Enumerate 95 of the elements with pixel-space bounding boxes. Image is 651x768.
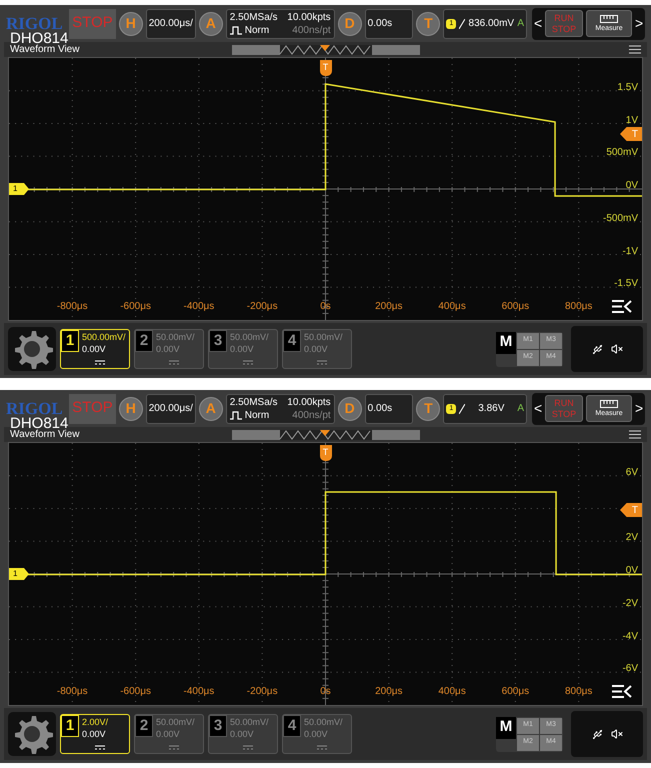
ruler-icon — [600, 400, 618, 408]
math-button[interactable]: M — [496, 716, 516, 738]
time-label: -800μs — [56, 686, 88, 698]
time-label: 400μs — [438, 686, 466, 698]
sample-interval: 400ns/pt — [292, 408, 331, 422]
voltage-label: 0V — [626, 565, 638, 577]
previous-button[interactable]: < — [534, 13, 542, 34]
dc-coupling-icon — [243, 360, 253, 365]
run-state: STOP — [69, 8, 116, 38]
ruler-icon — [600, 14, 618, 24]
time-label: 800μs — [564, 686, 592, 698]
gear-logo-icon[interactable] — [8, 712, 56, 756]
time-label: 600μs — [502, 301, 530, 313]
view-title: Waveform View — [9, 44, 80, 54]
delay-value[interactable]: 0.00s — [364, 394, 414, 424]
time-label: 0s — [320, 686, 331, 698]
next-button[interactable]: > — [635, 13, 644, 34]
time-label: -400μs — [184, 686, 214, 698]
time-label: 200μs — [375, 301, 403, 313]
dc-coupling-icon — [95, 360, 105, 365]
voltage-label: 6V — [626, 466, 638, 479]
menu-icon[interactable] — [629, 430, 641, 439]
rising-edge-icon — [459, 404, 466, 414]
rising-edge-icon — [459, 18, 466, 28]
dc-coupling-icon — [243, 745, 253, 750]
previous-button[interactable]: < — [534, 398, 542, 419]
trigger-time-marker: T — [320, 60, 332, 76]
acquire-mode: Norm — [244, 24, 270, 36]
acquire-panel[interactable]: 2.50MSa/s Norm 10.00kpts 400ns/pt — [226, 8, 335, 38]
dc-coupling-icon — [169, 360, 179, 365]
timebase-value[interactable]: 200.00μs/ — [146, 394, 196, 424]
pulse-icon — [230, 26, 242, 34]
channel-marker: 1 — [9, 568, 29, 580]
waveform-overview-icon — [232, 44, 420, 54]
dc-coupling-icon — [317, 745, 327, 750]
time-label: -600μs — [120, 686, 151, 698]
voltage-label: 500mV — [606, 147, 638, 160]
time-label: 800μs — [564, 301, 592, 313]
memory-depth: 10.00kpts — [287, 10, 331, 24]
voltage-label: -1V — [622, 246, 638, 258]
time-label: -400μs — [184, 301, 214, 313]
time-label: 400μs — [438, 301, 466, 313]
sample-rate: 2.50MSa/s — [230, 10, 278, 24]
pulse-icon — [230, 410, 242, 420]
gear-logo-icon[interactable] — [8, 327, 56, 371]
collapse-menu-icon[interactable] — [612, 299, 632, 314]
dc-coupling-icon — [169, 745, 179, 750]
view-title: Waveform View — [9, 430, 80, 440]
voltage-label: 1.5V — [617, 82, 638, 94]
math-button[interactable]: M — [496, 332, 516, 354]
trigger-level: 836.00mV — [468, 17, 514, 31]
time-label: -800μs — [56, 301, 88, 313]
collapse-menu-icon[interactable] — [612, 684, 632, 699]
usb-icon — [592, 344, 602, 354]
brand-logo: RIGOL — [6, 15, 63, 32]
voltage-label: 0V — [626, 180, 638, 192]
voltage-label: 2V — [626, 532, 638, 544]
acquire-mode: Norm — [244, 408, 270, 422]
usb-icon — [592, 728, 602, 740]
acquire-panel[interactable]: 2.50MSa/s Norm 10.00kpts 400ns/pt — [226, 394, 335, 424]
sample-interval: 400ns/pt — [292, 24, 331, 36]
time-label: 0s — [320, 301, 331, 313]
voltage-label: -500mV — [602, 212, 638, 225]
time-label: 600μs — [502, 686, 530, 698]
dc-coupling-icon — [95, 745, 105, 750]
next-button[interactable]: > — [635, 398, 644, 419]
trigger-level: 3.86V — [477, 402, 506, 416]
run-state: STOP — [69, 394, 116, 424]
dc-coupling-icon — [317, 360, 327, 365]
voltage-label: -6V — [622, 663, 638, 676]
delay-value[interactable]: 0.00s — [364, 8, 414, 38]
waveform-overview-icon — [232, 430, 420, 440]
mute-icon[interactable] — [610, 728, 622, 740]
channel-marker: 1 — [9, 183, 29, 195]
model-label: DHO814 — [10, 31, 68, 46]
trigger-level-marker: T — [620, 503, 642, 517]
time-label: -200μs — [246, 686, 278, 698]
sample-rate: 2.50MSa/s — [230, 396, 278, 408]
time-label: 200μs — [375, 686, 403, 698]
trigger-time-marker: T — [320, 445, 332, 461]
voltage-label: 1V — [626, 114, 638, 126]
memory-depth: 10.00kpts — [287, 396, 331, 408]
model-label: DHO814 — [10, 416, 68, 431]
voltage-label: -1.5V — [614, 278, 638, 290]
menu-icon[interactable] — [629, 45, 641, 54]
voltage-label: -4V — [622, 630, 638, 642]
mute-icon[interactable] — [610, 343, 622, 355]
time-label: -200μs — [246, 301, 278, 313]
trigger-status: A — [517, 17, 524, 31]
timebase-value[interactable]: 200.00μs/ — [146, 8, 196, 38]
voltage-label: -2V — [622, 598, 638, 610]
time-label: -600μs — [120, 301, 151, 313]
trigger-level-marker: T — [620, 127, 642, 141]
trigger-status: A — [517, 402, 524, 416]
brand-logo: RIGOL — [6, 400, 63, 417]
